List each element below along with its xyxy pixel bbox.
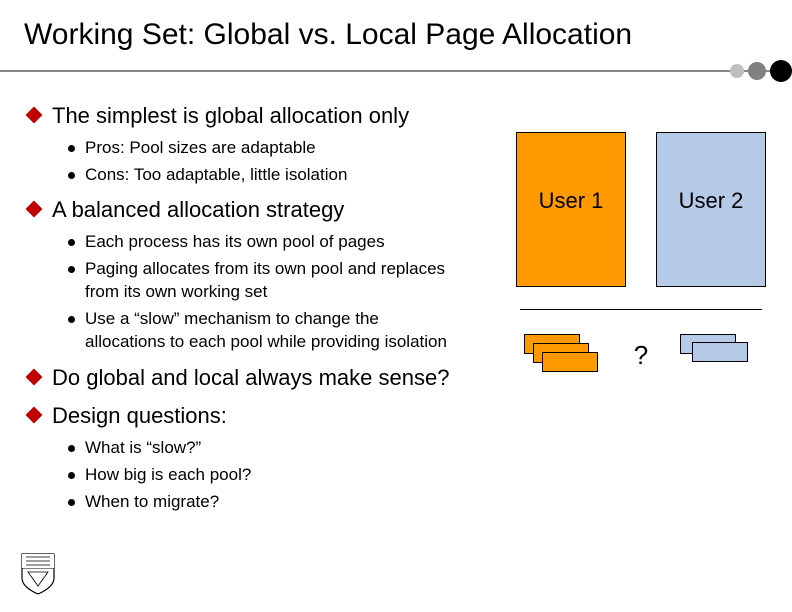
diamond-icon [26,407,43,424]
sub-bullet: Paging allocates from its own pool and r… [68,258,504,304]
decorative-dots [730,60,792,82]
bullet-1: The simplest is global allocation only P… [24,102,504,186]
sub-bullet: Cons: Too adaptable, little isolation [68,164,504,187]
sub-bullet: What is “slow?” [68,437,504,460]
orange-page-stack [524,334,602,374]
bullet-2: A balanced allocation strategy Each proc… [24,196,504,353]
princeton-shield-icon [20,552,56,596]
title-divider [0,60,792,86]
slide-title: Working Set: Global vs. Local Page Alloc… [24,18,768,52]
sub-bullet: How big is each pool? [68,464,504,487]
user1-box: User 1 [516,132,626,287]
diagram-column: User 1 User 2 ? [504,102,768,524]
bullet-4: Design questions: What is “slow?” How bi… [24,402,504,513]
sub-bullet: When to migrate? [68,491,504,514]
user2-box: User 2 [656,132,766,287]
sub-bullet: Pros: Pool sizes are adaptable [68,137,504,160]
user-boxes: User 1 User 2 [514,132,768,287]
user2-label: User 2 [679,188,744,214]
diagram-divider [520,309,762,310]
question-mark: ? [634,340,648,371]
sub-bullet: Each process has its own pool of pages [68,231,504,254]
bullet-text: The simplest is global allocation only [52,102,409,131]
diamond-icon [26,201,43,218]
bullet-text: Do global and local always make sense? [52,364,449,393]
slide: Working Set: Global vs. Local Page Alloc… [0,0,792,524]
user1-label: User 1 [539,188,604,214]
sub-bullet: Use a “slow” mechanism to change the all… [68,308,504,354]
bullet-3: Do global and local always make sense? [24,364,504,393]
diamond-icon [26,368,43,385]
bullet-text: Design questions: [52,402,227,431]
blue-page-stack [680,334,758,374]
diamond-icon [26,107,43,124]
bullet-text: A balanced allocation strategy [52,196,344,225]
bullet-column: The simplest is global allocation only P… [24,102,504,524]
